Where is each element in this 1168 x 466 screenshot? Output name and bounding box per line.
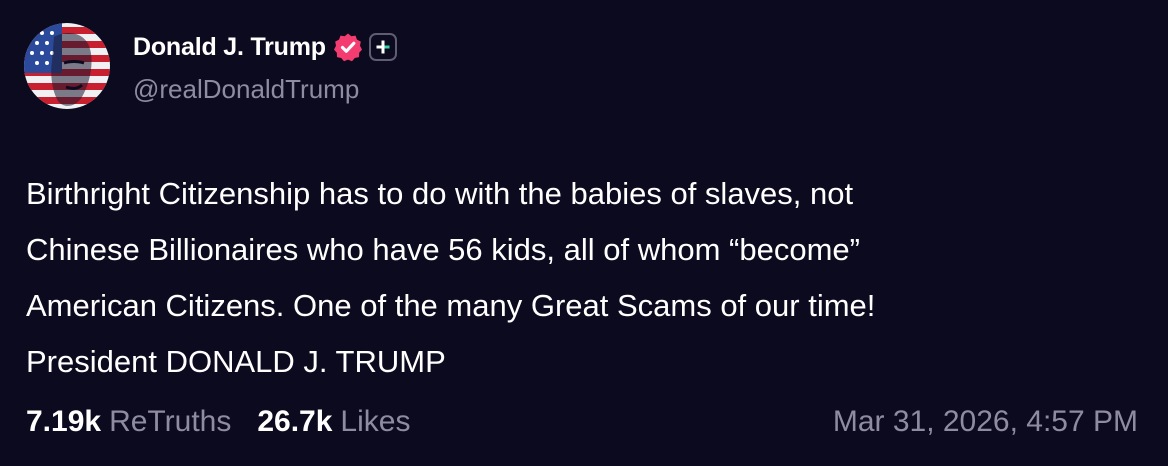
post-footer: 7.19k ReTruths 26.7k Likes Mar 31, 2026,… bbox=[26, 400, 1138, 444]
likes-count[interactable]: 26.7k bbox=[257, 405, 332, 439]
post-body-line: Birthright Citizenship has to do with th… bbox=[26, 176, 854, 211]
plus-badge-icon bbox=[368, 33, 397, 61]
post-body-text: Birthright Citizenship has to do with th… bbox=[26, 166, 1136, 390]
truth-post-card: Donald J. Trump @realDonaldTrump Birthri… bbox=[0, 0, 1168, 466]
post-body-line: American Citizens. One of the many Great… bbox=[26, 288, 876, 323]
likes-label[interactable]: Likes bbox=[340, 405, 410, 439]
post-body-line: President DONALD J. TRUMP bbox=[26, 344, 446, 379]
avatar[interactable] bbox=[24, 23, 110, 109]
post-timestamp[interactable]: Mar 31, 2026, 4:57 PM bbox=[833, 405, 1138, 439]
verified-badge-icon bbox=[333, 33, 362, 62]
author-display-name[interactable]: Donald J. Trump bbox=[133, 33, 326, 62]
author-row: Donald J. Trump bbox=[133, 29, 397, 65]
post-body-line: Chinese Billionaires who have 56 kids, a… bbox=[26, 232, 860, 267]
avatar-image bbox=[24, 23, 110, 109]
retruths-count[interactable]: 7.19k bbox=[26, 405, 101, 439]
author-handle[interactable]: @realDonaldTrump bbox=[133, 74, 359, 105]
retruths-label[interactable]: ReTruths bbox=[109, 405, 231, 439]
